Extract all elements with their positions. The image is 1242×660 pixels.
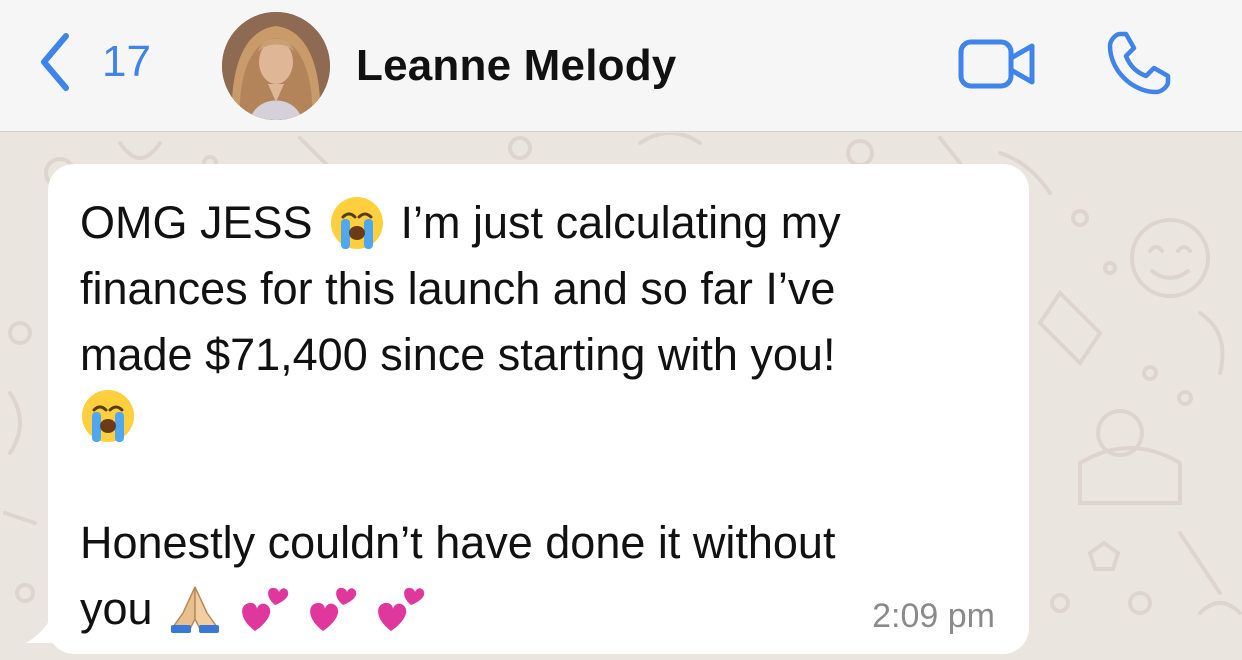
message-text: finances for this launch and so far I’ve [80,263,836,314]
two-hearts-emoji [373,583,425,635]
message-text: Honestly couldn’t have done it without [80,517,836,568]
phone-icon [1106,30,1172,96]
video-camera-icon [958,36,1036,92]
loudly-crying-face-emoji [80,388,136,444]
chat-header: 17 Leanne Melody [0,0,1242,132]
message-line: finances for this launch and so far I’ve [80,256,997,322]
message-text: you [80,583,153,634]
contact-name[interactable]: Leanne Melody [356,41,676,90]
folded-hands-emoji [169,583,221,635]
message-text: I’m just calculating my [400,197,841,248]
video-call-button[interactable] [958,36,1036,92]
message-line [80,388,997,444]
back-button[interactable]: 17 [36,30,151,94]
two-hearts-emoji [305,583,357,635]
two-hearts-emoji [237,583,289,635]
message-line: you [80,576,997,642]
voice-call-button[interactable] [1106,30,1172,96]
unread-count: 17 [102,37,151,86]
message-line: made $71,400 since starting with you! [80,322,997,388]
message-text: OMG JESS [80,197,313,248]
chevron-left-icon [36,30,76,94]
chat-area[interactable]: OMG JESS I’m just calculating my finance… [0,133,1242,660]
message-timestamp: 2:09 pm [872,597,995,635]
message-text: made $71,400 since starting with you! [80,329,836,380]
message-line: OMG JESS I’m just calculating my [80,190,997,256]
contact-avatar[interactable] [222,12,330,120]
loudly-crying-face-emoji [329,195,385,251]
message-line: Honestly couldn’t have done it without [80,510,997,576]
incoming-message-bubble[interactable]: OMG JESS I’m just calculating my finance… [48,164,1029,654]
